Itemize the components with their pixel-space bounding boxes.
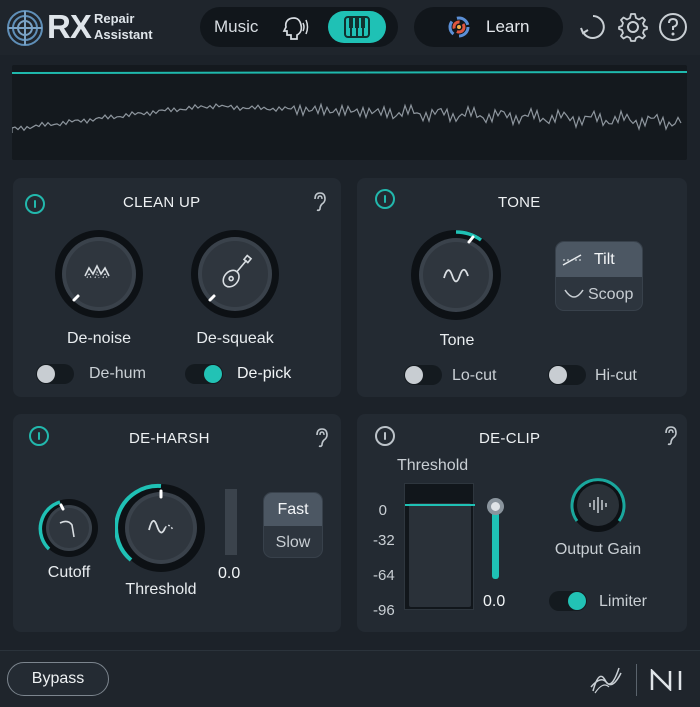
tone-power-button[interactable] — [375, 189, 395, 209]
tilt-icon — [562, 254, 582, 266]
piano-icon — [344, 16, 370, 38]
slow-option[interactable]: Slow — [264, 526, 322, 557]
cutoff-label: Cutoff — [47, 564, 91, 581]
declip-slider-handle[interactable] — [487, 498, 504, 515]
deharsh-value: 0.0 — [218, 565, 241, 582]
declip-ear-icon[interactable] — [664, 426, 678, 446]
hicut-label: Hi-cut — [595, 367, 637, 384]
tone-title: TONE — [498, 194, 541, 211]
deharsh-panel: DE-HARSH Cutoff Threshold 0.0 Fast Slow — [13, 414, 341, 632]
deharsh-ear-icon[interactable] — [315, 428, 329, 448]
speed-selector: Fast Slow — [263, 492, 323, 558]
waveform-display[interactable] — [11, 65, 688, 160]
ni-logo-icon — [650, 669, 682, 691]
desqueak-label: De-squeak — [196, 330, 274, 347]
gear-icon[interactable] — [618, 12, 648, 42]
scoop-icon — [564, 289, 584, 298]
rx-logo-icon — [7, 10, 43, 46]
cleanup-panel: CLEAN UP De-noise De-squeak De-hum De-pi… — [13, 178, 341, 397]
deharsh-power-button[interactable] — [29, 426, 49, 446]
dehum-toggle[interactable] — [36, 364, 74, 384]
declip-panel: DE-CLIP Threshold 0 -32 -64 -96 0.0 Outp… — [357, 414, 687, 632]
deharsh-threshold-knob[interactable] — [115, 482, 207, 574]
scoop-label: Scoop — [588, 286, 634, 303]
limiter-label: Limiter — [599, 593, 648, 610]
help-icon[interactable] — [658, 12, 688, 42]
desqueak-knob[interactable] — [189, 228, 281, 320]
bypass-button[interactable]: Bypass — [7, 662, 109, 696]
denoise-label: De-noise — [66, 330, 132, 347]
instrument-mode-button[interactable] — [328, 11, 386, 43]
history-icon[interactable] — [578, 12, 608, 42]
source-type-selector: Music — [200, 7, 398, 47]
declip-value: 0.0 — [483, 593, 506, 610]
footer-divider — [636, 664, 637, 696]
header: RX Repair Assistant Music Learn — [0, 0, 700, 55]
declip-threshold-graph[interactable] — [404, 483, 475, 610]
deharsh-title: DE-HARSH — [129, 430, 210, 447]
waveform-plot — [11, 71, 688, 133]
scale-64: -64 — [373, 567, 395, 584]
tilt-option[interactable]: Tilt — [556, 242, 642, 277]
declip-power-button[interactable] — [375, 426, 395, 446]
tone-mode-selector: Tilt Scoop — [555, 241, 643, 311]
scale-32: -32 — [373, 532, 395, 549]
brand-subtitle-line2: Assistant — [94, 27, 153, 42]
cutoff-knob[interactable] — [38, 497, 100, 559]
depick-toggle[interactable] — [185, 364, 223, 384]
declip-title: DE-CLIP — [479, 430, 541, 447]
tone-panel: TONE Tone Tilt Scoop Lo-cut Hi-cut — [357, 178, 687, 397]
fast-option[interactable]: Fast — [264, 493, 322, 526]
learn-button[interactable]: Learn — [414, 7, 563, 47]
tone-label: Tone — [439, 332, 475, 349]
declip-level-bar — [409, 503, 471, 607]
tilt-label: Tilt — [594, 251, 615, 268]
learn-label: Learn — [486, 17, 530, 36]
cleanup-ear-icon[interactable] — [313, 192, 327, 212]
limiter-toggle[interactable] — [549, 591, 587, 611]
hicut-toggle[interactable] — [548, 365, 586, 385]
declip-threshold-line — [405, 504, 475, 506]
brand-subtitle-line1: Repair — [94, 11, 135, 26]
declip-threshold-label: Threshold — [397, 457, 469, 474]
scale-96: -96 — [373, 602, 395, 619]
locut-toggle[interactable] — [404, 365, 442, 385]
scoop-option[interactable]: Scoop — [556, 277, 642, 310]
locut-label: Lo-cut — [452, 367, 497, 384]
izotope-logo-icon — [590, 667, 622, 694]
cleanup-title: CLEAN UP — [123, 194, 201, 211]
depick-label: De-pick — [237, 365, 292, 382]
music-label: Music — [214, 17, 259, 36]
output-gain-label: Output Gain — [554, 541, 642, 558]
voice-head-icon[interactable] — [280, 15, 310, 41]
footer: Bypass — [0, 650, 700, 707]
tone-knob[interactable] — [409, 228, 504, 323]
deharsh-meter — [225, 489, 237, 555]
deharsh-threshold-label: Threshold — [125, 581, 197, 598]
dehum-label: De-hum — [89, 365, 146, 382]
learn-swirl-icon — [448, 16, 470, 38]
output-gain-knob[interactable] — [569, 476, 627, 534]
denoise-knob[interactable] — [53, 228, 145, 320]
brand-title: RX — [47, 8, 92, 45]
cleanup-power-button[interactable] — [25, 194, 45, 214]
